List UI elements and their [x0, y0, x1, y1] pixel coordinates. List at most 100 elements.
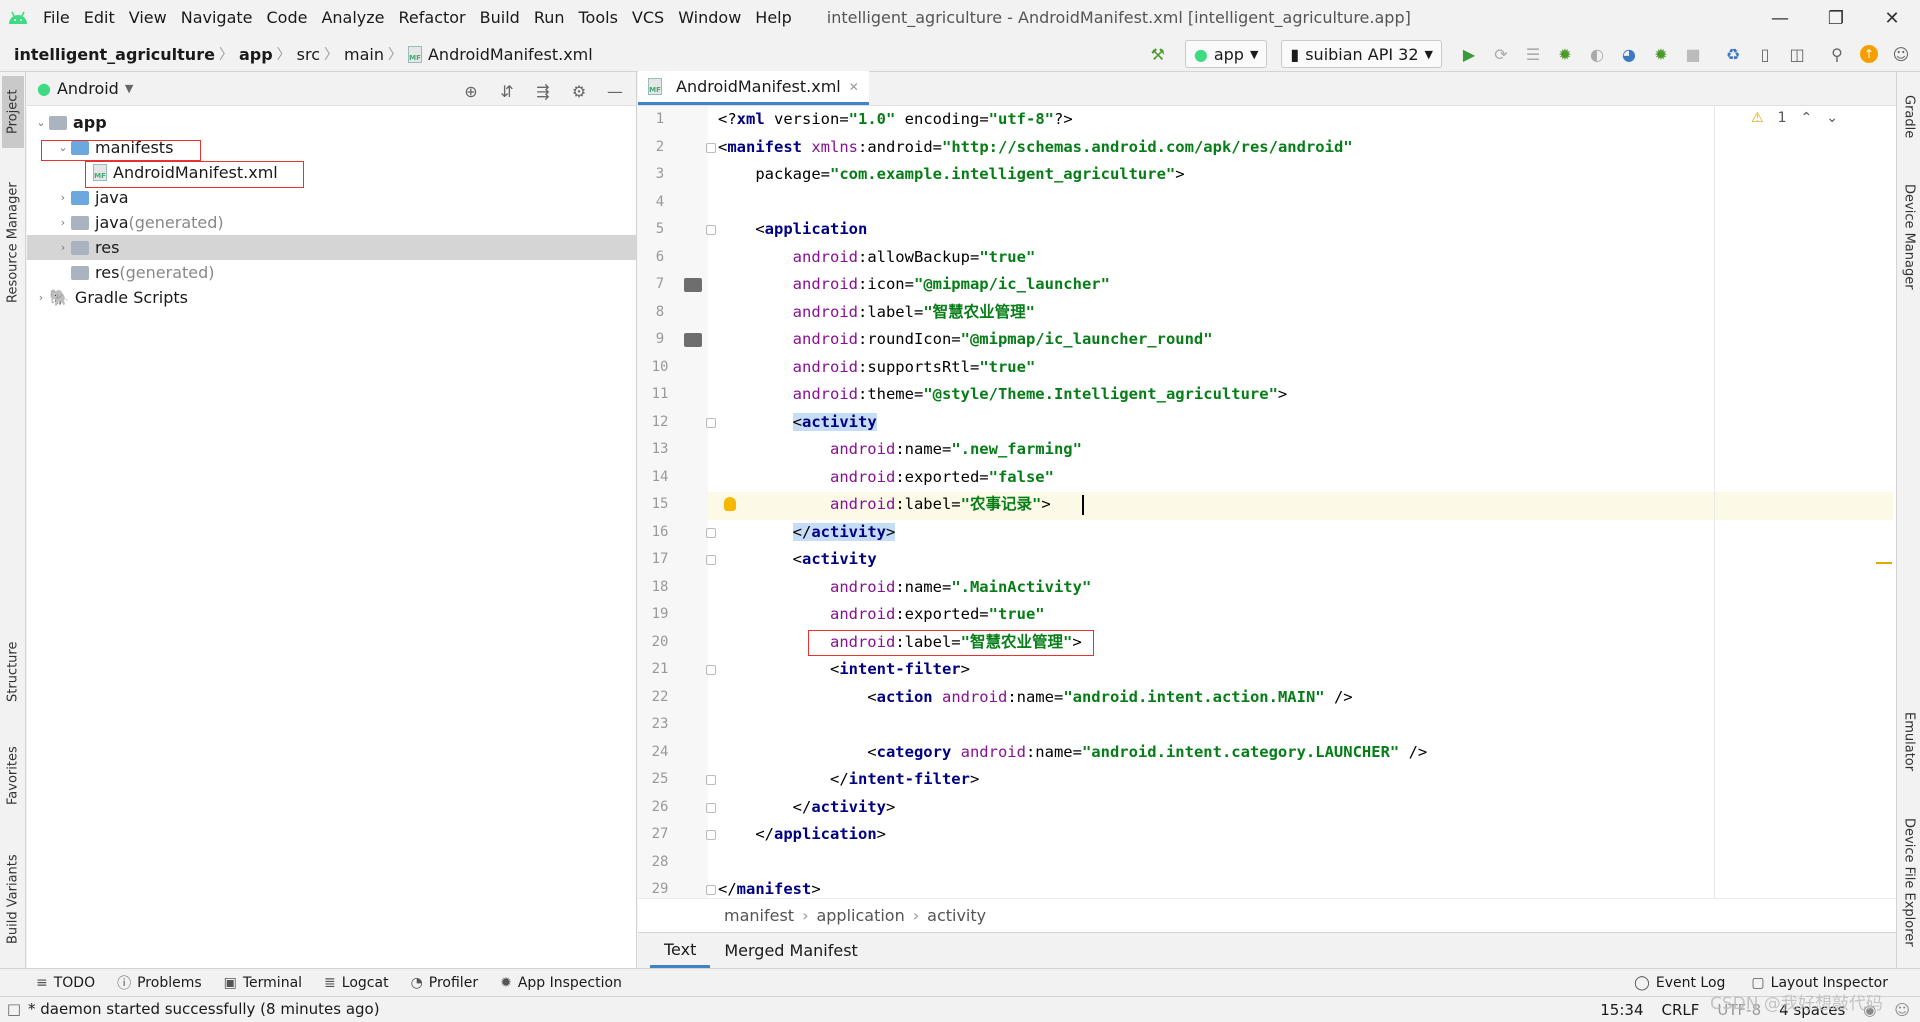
- line-separator[interactable]: CRLF: [1662, 1001, 1700, 1019]
- profile-icon[interactable]: ◕: [1616, 41, 1642, 67]
- status-toggle-icon[interactable]: □: [0, 1000, 28, 1018]
- code-line[interactable]: android:exported="false": [718, 464, 1054, 492]
- update-icon[interactable]: ↑: [1856, 41, 1882, 67]
- line-number[interactable]: 4: [638, 189, 682, 217]
- menu-file[interactable]: File: [36, 0, 77, 36]
- collapse-all-icon[interactable]: ⇶: [530, 78, 556, 104]
- code-line[interactable]: android:allowBackup="true": [718, 244, 1036, 272]
- code-line[interactable]: <?xml version="1.0" encoding="utf-8"?>: [718, 106, 1073, 134]
- coverage-icon[interactable]: ◐: [1584, 41, 1610, 67]
- line-number[interactable]: 12: [638, 409, 682, 437]
- code-line[interactable]: android:supportsRtl="true": [718, 354, 1036, 382]
- code-line[interactable]: <application: [718, 216, 867, 244]
- hammer-build-icon[interactable]: ⚒: [1145, 41, 1171, 67]
- user-avatar-icon[interactable]: ☺: [1888, 41, 1914, 67]
- code-line[interactable]: android:name=".MainActivity": [718, 574, 1091, 602]
- fold-marker-icon[interactable]: [706, 555, 716, 565]
- close-window-button[interactable]: ✕: [1864, 0, 1920, 36]
- device-manager-tool-tab[interactable]: Device Manager: [1898, 172, 1920, 302]
- chevron-right-icon[interactable]: ›: [33, 291, 49, 304]
- chevron-right-icon[interactable]: ›: [55, 191, 71, 204]
- code-line[interactable]: android:theme="@style/Theme.Intelligent_…: [718, 381, 1288, 409]
- editor-mode-tab-text[interactable]: Text: [650, 933, 711, 968]
- code-line[interactable]: <manifest xmlns:android="http://schemas.…: [718, 134, 1353, 162]
- restore-button[interactable]: ❐: [1808, 0, 1864, 36]
- line-number[interactable]: 9: [638, 326, 682, 354]
- apply-code-changes-icon[interactable]: ☰: [1520, 41, 1546, 67]
- run-configuration-select[interactable]: ● app ▼: [1184, 40, 1268, 68]
- line-number[interactable]: 7: [638, 271, 682, 299]
- breadcrumb-module[interactable]: app: [233, 45, 277, 64]
- code-line[interactable]: android:label="农事记录">: [718, 491, 1051, 519]
- resource-manager-tool-tab[interactable]: Resource Manager: [2, 168, 24, 318]
- code-line[interactable]: android:name=".new_farming": [718, 436, 1082, 464]
- code-area[interactable]: <?xml version="1.0" encoding="utf-8"?> <m…: [718, 106, 1878, 898]
- run-icon[interactable]: ▶: [1456, 41, 1482, 67]
- chevron-down-icon[interactable]: ▼: [125, 82, 133, 95]
- tree-item-java[interactable]: › java: [27, 185, 636, 210]
- tree-item-res-generated[interactable]: res (generated): [27, 260, 636, 285]
- line-number[interactable]: 28: [638, 849, 682, 877]
- fold-marker-icon[interactable]: [706, 527, 716, 538]
- xml-breadcrumb-manifest[interactable]: manifest: [724, 906, 794, 925]
- gradle-tool-tab[interactable]: Gradle: [1898, 82, 1920, 152]
- menu-window[interactable]: Window: [671, 0, 748, 36]
- line-number[interactable]: 15: [638, 491, 682, 519]
- menu-edit[interactable]: Edit: [77, 0, 122, 36]
- minimize-button[interactable]: —: [1752, 0, 1808, 36]
- code-line[interactable]: android:icon="@mipmap/ic_launcher": [718, 271, 1110, 299]
- apply-changes-icon[interactable]: ⟳: [1488, 41, 1514, 67]
- favorites-tool-tab[interactable]: Favorites: [2, 730, 24, 822]
- expand-all-icon[interactable]: ⇵: [494, 78, 520, 104]
- device-select[interactable]: ▮ suibian API 32 ▼: [1281, 40, 1442, 68]
- emulator-tool-tab[interactable]: Emulator: [1898, 702, 1920, 782]
- line-number[interactable]: 21: [638, 656, 682, 684]
- code-line[interactable]: </activity>: [718, 519, 896, 547]
- image-preview-icon[interactable]: [684, 278, 702, 292]
- code-line[interactable]: </activity>: [718, 794, 896, 822]
- line-number[interactable]: 25: [638, 766, 682, 794]
- menu-vcs[interactable]: VCS: [625, 0, 671, 36]
- breadcrumb-main[interactable]: main: [338, 45, 388, 64]
- line-number[interactable]: 13: [638, 436, 682, 464]
- fold-marker-icon[interactable]: [706, 417, 716, 428]
- xml-breadcrumb-application[interactable]: application: [816, 906, 904, 925]
- line-number[interactable]: 2: [638, 134, 682, 162]
- code-line[interactable]: <action android:name="android.intent.act…: [718, 684, 1352, 712]
- code-line[interactable]: android:roundIcon="@mipmap/ic_launcher_r…: [718, 326, 1213, 354]
- xml-breadcrumb-activity[interactable]: activity: [927, 906, 986, 925]
- device-manager-icon[interactable]: ▯: [1752, 41, 1778, 67]
- line-number[interactable]: 10: [638, 354, 682, 382]
- locate-icon[interactable]: ⊕: [458, 78, 484, 104]
- line-number[interactable]: 24: [638, 739, 682, 767]
- line-number[interactable]: 3: [638, 161, 682, 189]
- line-number[interactable]: 11: [638, 381, 682, 409]
- menu-tools[interactable]: Tools: [572, 0, 625, 36]
- code-line[interactable]: package="com.example.intelligent_agricul…: [718, 161, 1184, 189]
- breadcrumb-project[interactable]: intelligent_agriculture: [8, 45, 219, 64]
- hide-panel-icon[interactable]: —: [602, 78, 628, 104]
- fold-marker-icon[interactable]: [706, 225, 716, 235]
- smiley-icon[interactable]: ☺: [1894, 1001, 1910, 1019]
- breadcrumb-file[interactable]: AndroidManifest.xml: [428, 45, 597, 64]
- code-line[interactable]: </application>: [718, 821, 886, 849]
- code-line[interactable]: android:exported="true": [718, 601, 1045, 629]
- search-icon[interactable]: ⚲: [1824, 41, 1850, 67]
- gear-icon[interactable]: ⚙: [566, 78, 592, 104]
- fold-marker-icon[interactable]: [706, 885, 716, 895]
- menu-view[interactable]: View: [122, 0, 174, 36]
- fold-marker-icon[interactable]: [706, 665, 716, 675]
- menu-build[interactable]: Build: [473, 0, 527, 36]
- menu-help[interactable]: Help: [748, 0, 798, 36]
- status-message[interactable]: * daemon started successfully (8 minutes…: [28, 1000, 380, 1018]
- line-number[interactable]: 22: [638, 684, 682, 712]
- menu-analyze[interactable]: Analyze: [314, 0, 391, 36]
- caret-position[interactable]: 15:34: [1600, 1001, 1643, 1019]
- image-preview-icon[interactable]: [684, 333, 702, 347]
- stop-icon[interactable]: ■: [1680, 41, 1706, 67]
- line-number[interactable]: 27: [638, 821, 682, 849]
- line-number[interactable]: 5: [638, 216, 682, 244]
- tree-item-java-generated[interactable]: › java (generated): [27, 210, 636, 235]
- line-number[interactable]: 26: [638, 794, 682, 822]
- line-number[interactable]: 23: [638, 711, 682, 739]
